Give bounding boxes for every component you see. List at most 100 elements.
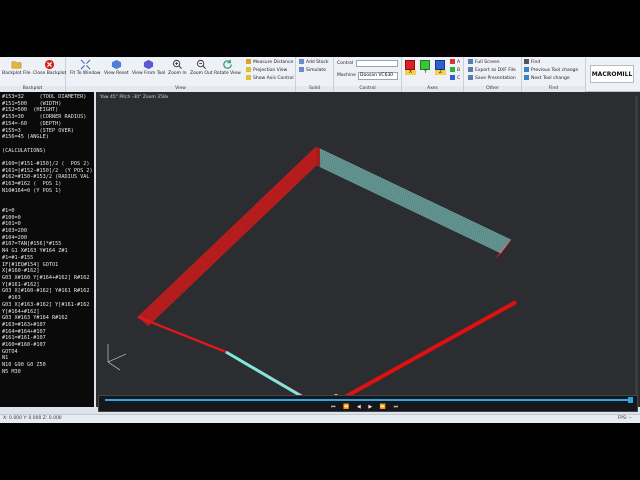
toolpath-segment [319,162,504,251]
toolpath-segment [319,155,508,246]
axis-y-toggle[interactable]: Y [420,60,431,78]
find-button[interactable]: Find [524,59,540,65]
simulate-button[interactable]: Simulate [299,67,326,73]
code-line: N1 [2,355,9,362]
toolpath-segment [147,163,317,326]
toolpath-segment [137,146,317,318]
next-tool-change-button[interactable]: Next Tool change [524,75,570,81]
fullscreen-icon [468,59,473,64]
zoom-out-button[interactable]: Zoom Out [190,59,213,76]
previous-tool-change-button[interactable]: Previous Tool change [524,67,578,73]
axis-x-toggle[interactable]: X [405,60,416,78]
toolpath-segment [138,147,317,318]
projection-view-button[interactable]: Projection View [246,67,287,73]
toolpath-segment [143,157,317,323]
viewport-scrollbar[interactable] [635,96,638,396]
code-line: N5 M30 [2,368,21,375]
ribbon-group-axes: X Y Z A B C Axes [402,57,464,92]
fit-window-icon [80,59,91,70]
axis-b-toggle[interactable]: B [450,67,460,73]
add-stock-button[interactable]: Add Stock [299,59,329,65]
code-line: #160=#160-#107 [2,342,46,349]
fps-readout: FPS: -- [617,416,632,421]
axis-z-toggle[interactable]: Z [435,60,446,78]
3d-viewport[interactable]: Yaw 45° Pitch -30° Zoom 358x Left-drag: … [96,92,640,407]
zoom-in-button[interactable]: Zoom In [168,59,187,76]
code-line: #163 [2,295,21,302]
y-cube-icon [420,60,430,70]
stock-icon [299,59,304,64]
playback-progress-track[interactable] [105,399,628,401]
projection-icon [246,67,251,72]
code-line: G03 X#163 Y#164 R#162 [2,315,68,322]
letterbox-top [0,0,640,57]
toolpath-segment [319,163,503,252]
control-label: Control [337,61,354,66]
code-line: G03 X[#160-#162] Y#161 R#162 [2,288,90,295]
axis-a-toggle[interactable]: A [450,59,460,65]
ribbon-group-find: Find Previous Tool change Next Tool chan… [522,57,586,92]
axis-c-toggle[interactable]: C [450,75,460,81]
save-presentation-button[interactable]: Save Presentation [468,75,516,81]
code-line: #160=[#151-#150]/2 ( POS 2) [2,161,90,168]
coordinate-readout: X: 0.000 Y: 0.000 Z: 0.000 [3,416,62,421]
toolpath-segment [145,161,317,325]
code-line: Y[#164+#162] [2,308,40,315]
rotate-view-button[interactable]: Rotate View [214,59,241,76]
show-axis-control-button[interactable]: Show Axis Control [246,75,294,81]
toolpath-segment [145,160,317,324]
toolpath-segment [319,165,502,253]
close-backplot-button[interactable]: Close Backplot [33,59,66,76]
code-line: N10#164=0 (Y POS 1) [2,187,62,194]
playback-knob[interactable] [628,397,633,403]
code-line: #152=500 (HEIGHT) [2,107,59,114]
full-screen-button[interactable]: Full Screen [468,59,500,65]
ribbon-toolbar: Backplot File Close Backplot Backplot Fi… [0,57,640,92]
code-line: #104=200 [2,234,27,241]
toolpath-segment [139,149,317,319]
b-axis-icon [450,67,455,72]
toolpath-segment [142,155,317,322]
view-from-tool-button[interactable]: View From Tool [132,59,165,76]
close-icon [45,59,55,70]
control-dropdown[interactable] [356,60,398,67]
save-icon [468,75,473,80]
fit-to-window-button[interactable]: Fit To Window [70,59,101,76]
ribbon-group-control: Control Machine Doosan VC630 Control [334,57,402,92]
code-line: #164=#164+#107 [2,328,46,335]
gcode-editor[interactable]: #153=32 (TOOL DIAMETER) #151=500 (WIDTH) #… [0,92,94,407]
export-dxf-button[interactable]: Export as DXF File [468,67,516,73]
toolpath-segment [319,148,512,241]
code-line: N4 G1 X#163 Y#164 Z#1 [2,248,68,255]
export-icon [468,67,473,72]
view-reset-button[interactable]: View Reset [104,59,129,76]
code-line: #107=TAN[#156]*#155 [2,241,62,248]
x-cube-icon [405,60,415,70]
backplot-file-button[interactable]: Backplot File [2,59,31,76]
code-line: #151=500 (WIDTH) [2,100,62,107]
status-bar: X: 0.000 Y: 0.000 Z: 0.000 FPS: -- [0,414,640,423]
toolpath-segment [319,159,506,248]
measure-distance-button[interactable]: Measure Distance [246,59,293,65]
toolpath-segment [319,154,508,245]
code-line: #103=200 [2,228,27,235]
prev-arrow-icon [524,67,529,72]
toolpath-segment [144,158,317,323]
playback-controls[interactable]: ⏮ ⏪ ◀ ▶ ⏩ ⏭ [331,404,401,410]
toolpath-segment [319,153,509,244]
code-line: #163=#162 ( POS 1) [2,181,62,188]
code-line: #155=3 (STEP OVER) [2,127,74,134]
tool-cube-icon [144,59,154,70]
machine-dropdown[interactable]: Doosan VC630 [358,72,398,80]
toolpath-segment [141,154,317,322]
machine-label: Machine [337,73,356,78]
app-window: Backplot File Close Backplot Backplot Fi… [0,57,640,423]
axis-icon [246,75,251,80]
toolpath-segment [140,152,317,321]
toolpath-segment [319,151,510,243]
ruler-icon [246,59,251,64]
code-line: N10 G90 G0 Z50 [2,362,46,369]
